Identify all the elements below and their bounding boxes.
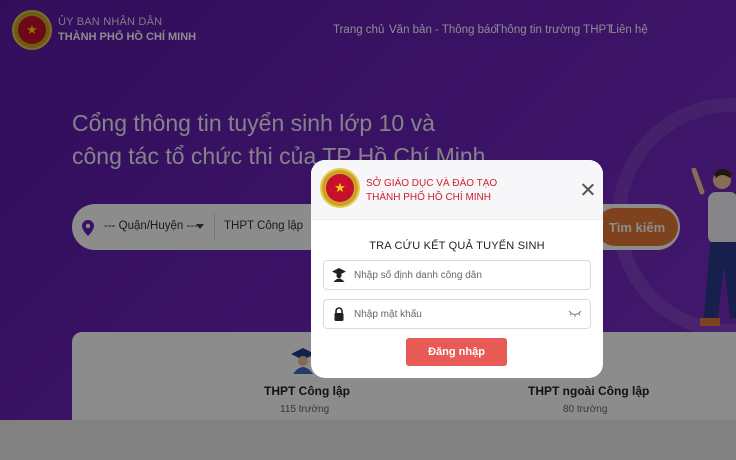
student-icon — [332, 268, 346, 282]
department-emblem-logo: ★ — [320, 168, 360, 208]
modal-org-line2: THÀNH PHỐ HỒ CHÍ MINH — [366, 192, 491, 203]
hidden-eye-icon[interactable] — [568, 310, 582, 318]
login-button[interactable]: Đăng nhập — [406, 338, 507, 366]
lock-icon — [334, 307, 344, 321]
citizen-id-field[interactable] — [323, 260, 591, 290]
modal-title: TRA CỨU KẾT QUẢ TUYỂN SINH — [369, 240, 545, 252]
modal-org-line1: SỞ GIÁO DỤC VÀ ĐÀO TẠO — [366, 178, 498, 189]
password-input[interactable] — [354, 300, 564, 328]
citizen-id-input[interactable] — [354, 261, 564, 289]
password-field[interactable] — [323, 299, 591, 329]
close-icon[interactable] — [580, 182, 596, 198]
